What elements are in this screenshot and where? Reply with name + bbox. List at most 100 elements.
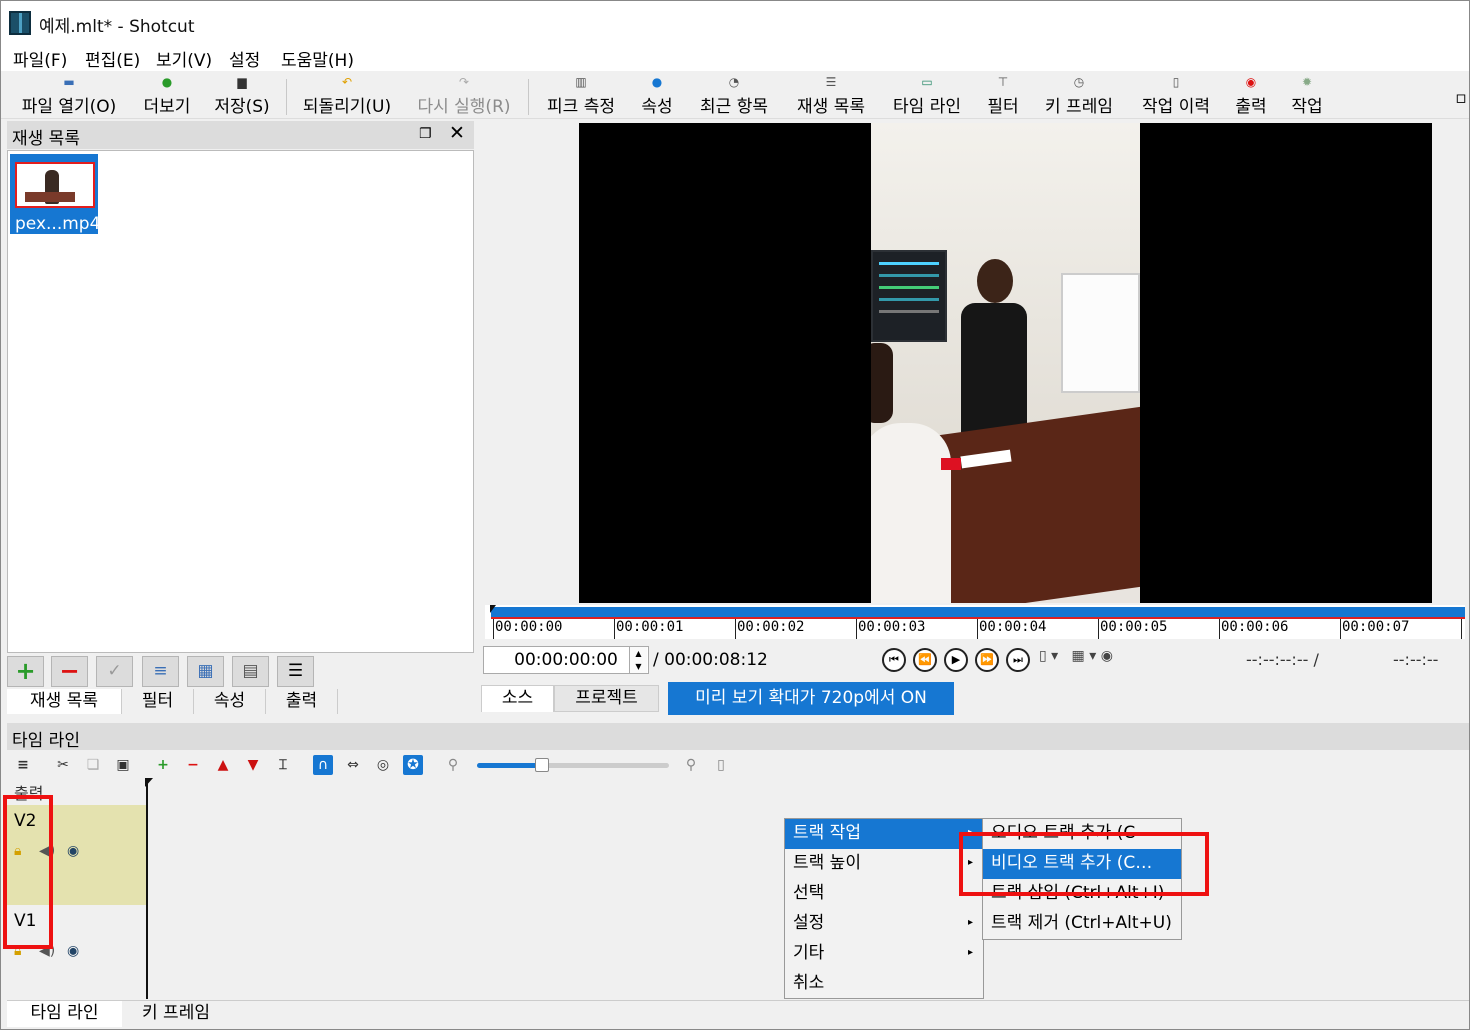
timeline-playhead[interactable] (146, 779, 148, 999)
eye-icon[interactable]: ◉ (67, 943, 79, 959)
fast-forward-icon[interactable]: ⏩ (975, 648, 999, 672)
peak-meter-button[interactable]: ▥ 피크 측정 (539, 75, 623, 117)
eye-icon[interactable]: ◉ (67, 843, 79, 859)
timeline-menu-icon[interactable]: ≡ (13, 755, 33, 775)
menu-file[interactable]: 파일(F) (13, 46, 67, 71)
tab-timeline[interactable]: 타임 라인 (7, 1001, 122, 1027)
player-options-icons[interactable]: ▯ ▾ ▦ ▾ ◉ (1039, 648, 1113, 664)
filters-button[interactable]: ⊤ 필터 (983, 75, 1023, 117)
open-file-button[interactable]: ▬ 파일 열기(O) (13, 75, 125, 117)
zoom-out-icon[interactable]: ⚲ (443, 755, 463, 775)
annotation-highlight-add-video-track (959, 832, 1209, 896)
menu-item-track-operations[interactable]: 트랙 작업 ▸ (785, 819, 983, 849)
zoom-in-icon[interactable]: ⚲ (681, 755, 701, 775)
in-point-label: --:--:--:-- / (1246, 650, 1319, 669)
timeline-tracks-area[interactable] (7, 778, 1469, 998)
snap-magnet-icon[interactable]: ∩ (313, 755, 333, 775)
ruler-label: 00:00:07 (1342, 619, 1410, 635)
timeline-dock-tabs: 타임 라인 키 프레임 (7, 1000, 1469, 1027)
filter-funnel-icon: ⊤ (997, 75, 1009, 89)
menu-item-remove-track[interactable]: 트랙 제거 (Ctrl+Alt+U) (983, 909, 1181, 939)
player-scrubber[interactable]: 00:00:00 00:00:01 00:00:02 00:00:03 00:0… (485, 605, 1465, 639)
zoom-fit-icon[interactable]: ▯ (711, 755, 731, 775)
jobs-button[interactable]: ✹ 작업 (1285, 75, 1329, 117)
close-icon[interactable]: ✕ (449, 123, 467, 143)
overwrite-icon[interactable]: ▼ (243, 755, 263, 775)
menu-item-other[interactable]: 기타 ▸ (785, 939, 983, 969)
out-point-label: --:--:-- (1393, 650, 1439, 669)
more-button[interactable]: ● 더보기 (135, 75, 199, 117)
icons-view-button[interactable]: ▤ (232, 656, 269, 687)
keyframes-button[interactable]: ◷ 키 프레임 (1037, 75, 1121, 117)
export-button[interactable]: ◉ 출력 (1231, 75, 1271, 117)
zoom-slider-handle[interactable] (535, 758, 549, 772)
timecode-spinner[interactable]: ▲ ▼ (629, 647, 647, 673)
toolbar-separator (528, 79, 529, 115)
cut-icon[interactable]: ✂ (53, 755, 73, 775)
skip-to-start-icon[interactable]: ⏮ (882, 648, 906, 672)
save-button[interactable]: ▆ 저장(S) (209, 75, 275, 117)
remove-icon[interactable]: − (183, 755, 203, 775)
recent-button[interactable]: ◔ 최근 항목 (691, 75, 777, 117)
tab-project[interactable]: 프로젝트 (554, 685, 659, 712)
scrub-icon[interactable]: ⇔ (343, 755, 363, 775)
timeline-dock-title: 타임 라인 (12, 731, 80, 751)
split-icon[interactable]: ⌶ (273, 755, 293, 775)
menu-item-settings[interactable]: 설정 ▸ (785, 909, 983, 939)
menu-edit[interactable]: 편집(E) (85, 46, 140, 71)
preview-scaling-notice[interactable]: 미리 보기 확대가 720p에서 ON (668, 682, 954, 715)
menu-item-track-height[interactable]: 트랙 높이 ▸ (785, 849, 983, 879)
tab-properties[interactable]: 속성 (194, 689, 266, 714)
playlist-dock-header: 재생 목록 ❐ ✕ (7, 121, 474, 149)
redo-button[interactable]: ↷ 다시 실행(R) (411, 75, 517, 117)
playhead-marker[interactable] (490, 605, 496, 613)
tab-playlist[interactable]: 재생 목록 (7, 689, 122, 714)
tab-keyframes[interactable]: 키 프레임 (122, 1001, 230, 1027)
lift-icon[interactable]: ▲ (213, 755, 233, 775)
details-view-button[interactable]: ≡ (142, 656, 179, 687)
timeline-button[interactable]: ▭ 타임 라인 (885, 75, 969, 117)
float-dock-icon[interactable]: ❐ (419, 126, 435, 142)
add-clip-button[interactable]: + (7, 656, 44, 687)
history-button[interactable]: ▯ 작업 이력 (1135, 75, 1217, 117)
play-icon[interactable]: ▶ (944, 648, 968, 672)
properties-button[interactable]: ● 속성 (635, 75, 679, 117)
video-preview[interactable] (579, 123, 1432, 603)
tab-source[interactable]: 소스 (481, 685, 554, 712)
timecode-field[interactable]: 00:00:00:00 (483, 646, 649, 674)
remove-clip-button[interactable]: − (51, 656, 88, 687)
menu-settings[interactable]: 설정 (229, 46, 260, 71)
playlist-menu-button[interactable]: ☰ (277, 656, 314, 687)
append-icon[interactable]: + (153, 755, 173, 775)
ripple-all-icon[interactable]: ✪ (403, 755, 423, 775)
submenu-arrow-icon: ▸ (967, 917, 973, 928)
timeline-playhead-marker[interactable] (145, 778, 153, 787)
ruler-label: 00:00:06 (1221, 619, 1289, 635)
playlist-clip[interactable]: pex...mp4 (10, 154, 101, 234)
ripple-icon[interactable]: ◎ (373, 755, 393, 775)
clip-label: pex...mp4 (15, 214, 101, 234)
skip-to-end-icon[interactable]: ⏭ (1006, 648, 1030, 672)
paste-icon[interactable]: ▣ (113, 755, 133, 775)
undo-button[interactable]: ↶ 되돌리기(U) (297, 75, 397, 117)
tiles-view-button[interactable]: ▦ (187, 656, 224, 687)
copy-icon[interactable]: ❏ (83, 755, 103, 775)
update-clip-button[interactable]: ✓ (96, 656, 133, 687)
ruler-label: 00:00:02 (737, 619, 805, 635)
floppy-disk-icon: ▆ (237, 75, 247, 89)
undo-arrow-icon: ↶ (341, 75, 353, 89)
menu-view[interactable]: 보기(V) (156, 46, 212, 71)
tab-filters[interactable]: 필터 (122, 689, 194, 714)
rewind-icon[interactable]: ⏪ (913, 648, 937, 672)
menu-help[interactable]: 도움말(H) (281, 46, 354, 71)
playlist-button[interactable]: ☰ 재생 목록 (789, 75, 873, 117)
record-icon: ◉ (1245, 75, 1257, 89)
playlist-dock-title: 재생 목록 (12, 129, 80, 149)
history-icon: ▯ (1172, 75, 1180, 89)
folder-icon: ▬ (63, 75, 75, 89)
playlist-area[interactable]: pex...mp4 (7, 150, 474, 653)
toolbar-overflow-button[interactable]: ▫ (1453, 75, 1469, 117)
menu-item-select[interactable]: 선택 (785, 879, 983, 909)
menu-item-cancel[interactable]: 취소 (785, 969, 983, 999)
tab-export[interactable]: 출력 (266, 689, 338, 714)
